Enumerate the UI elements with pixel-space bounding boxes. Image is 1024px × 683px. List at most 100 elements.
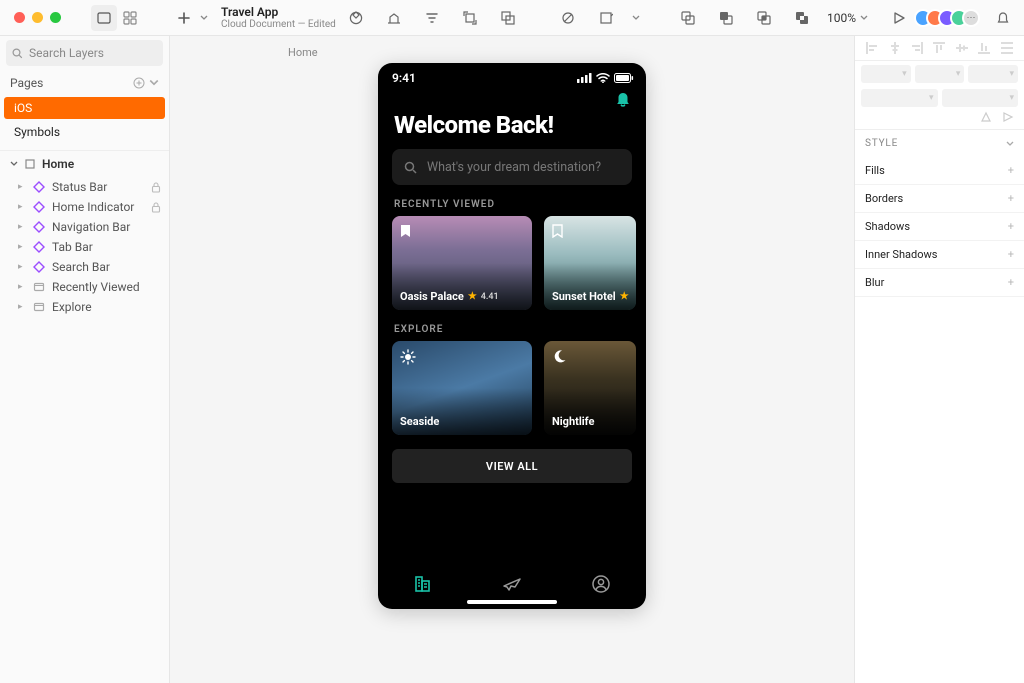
align-vcenter-icon[interactable] — [956, 42, 968, 54]
style-row[interactable]: Fills+ — [855, 157, 1024, 185]
style-row[interactable]: Shadows+ — [855, 213, 1024, 241]
mirror-icon[interactable] — [419, 5, 445, 31]
edit-shape-icon[interactable] — [495, 5, 521, 31]
inspector-seg[interactable]: ▾ — [968, 65, 1018, 83]
maximize-window-icon[interactable] — [50, 12, 61, 23]
inspector-seg[interactable]: ▾ — [942, 89, 1019, 107]
style-row-label: Borders — [865, 192, 903, 205]
chevron-right-icon: ▸ — [18, 282, 26, 292]
tab-flights[interactable] — [502, 574, 522, 594]
document-name: Travel App — [221, 5, 336, 19]
canvas[interactable]: Home 9:41 Welcome Back! What's your drea… — [170, 36, 854, 683]
explore-row: Seaside Nightlife — [378, 341, 646, 435]
page-item-ios[interactable]: iOS — [4, 97, 165, 119]
insert-button[interactable] — [171, 5, 197, 31]
window-traffic-lights[interactable] — [8, 12, 67, 23]
symbol-icon — [32, 260, 46, 274]
layer-row[interactable]: ▸Tab Bar — [0, 237, 169, 257]
minimize-window-icon[interactable] — [32, 12, 43, 23]
layer-name: Recently Viewed — [52, 280, 140, 294]
flip-v-icon[interactable] — [1002, 111, 1014, 123]
align-top-icon[interactable] — [933, 42, 945, 54]
resize-icon[interactable] — [457, 5, 483, 31]
subtract-icon[interactable] — [713, 5, 739, 31]
pages-chevron-icon[interactable] — [149, 78, 159, 88]
add-icon[interactable]: + — [1008, 276, 1014, 289]
layer-row[interactable]: ▸Status Bar — [0, 177, 169, 197]
insert-chevron-icon[interactable] — [197, 5, 211, 31]
notification-bell-icon[interactable] — [614, 91, 632, 109]
layers-sidebar: Search Layers Pages iOS Symbols Home ▸St… — [0, 36, 170, 683]
close-window-icon[interactable] — [14, 12, 25, 23]
align-left-icon[interactable] — [866, 42, 878, 54]
distribute-icon[interactable] — [1001, 42, 1013, 54]
canvas-view-button[interactable] — [91, 5, 117, 31]
layer-row[interactable]: ▸Home Indicator — [0, 197, 169, 217]
tab-profile[interactable] — [591, 574, 611, 594]
destination-search[interactable]: What's your dream destination? — [392, 149, 632, 185]
difference-icon[interactable] — [789, 5, 815, 31]
explore-card-nightlife[interactable]: Nightlife — [544, 341, 636, 435]
chevron-right-icon: ▸ — [18, 262, 26, 272]
inspector-size-row-1: ▾ ▾ ▾ — [855, 61, 1024, 85]
add-icon[interactable]: + — [1008, 192, 1014, 205]
inspector-seg[interactable]: ▾ — [861, 89, 938, 107]
style-row[interactable]: Inner Shadows+ — [855, 241, 1024, 269]
align-bottom-icon[interactable] — [978, 42, 990, 54]
phone-artboard[interactable]: 9:41 Welcome Back! What's your dream des… — [378, 63, 646, 609]
recently-viewed-row: Oasis Palace★4.41 Sunset Hotel★ — [378, 216, 646, 310]
symbol-icon — [32, 180, 46, 194]
chevron-down-icon — [1006, 140, 1014, 148]
scale-icon[interactable] — [593, 5, 619, 31]
recent-card-sunset[interactable]: Sunset Hotel★ — [544, 216, 636, 310]
add-page-icon[interactable] — [133, 77, 145, 89]
mask-icon[interactable] — [555, 5, 581, 31]
recent-card-oasis[interactable]: Oasis Palace★4.41 — [392, 216, 532, 310]
page-item-symbols[interactable]: Symbols — [4, 121, 165, 143]
layer-name: Status Bar — [52, 180, 107, 194]
group-icon — [32, 280, 46, 294]
style-header[interactable]: STYLE — [855, 130, 1024, 157]
layers-search[interactable]: Search Layers — [6, 40, 163, 66]
layer-row[interactable]: ▸Search Bar — [0, 257, 169, 277]
add-icon[interactable]: + — [1008, 220, 1014, 233]
union-icon[interactable] — [675, 5, 701, 31]
flip-h-icon[interactable] — [980, 111, 992, 123]
lock-icon[interactable] — [151, 182, 161, 193]
chevron-down-icon — [860, 14, 868, 22]
explore-card-seaside[interactable]: Seaside — [392, 341, 532, 435]
style-row[interactable]: Borders + — [855, 185, 1024, 213]
chevron-right-icon: ▸ — [18, 302, 26, 312]
lock-icon[interactable] — [151, 202, 161, 213]
inspector-panel: ▾ ▾ ▾ ▾ ▾ STYLE Fills+Borders+Shadows+In… — [854, 36, 1024, 683]
add-icon[interactable]: + — [1008, 248, 1014, 261]
add-icon[interactable]: + — [1008, 164, 1014, 177]
root-layer-row[interactable]: Home — [0, 150, 169, 177]
chevron-right-icon: ▸ — [18, 202, 26, 212]
inspector-seg[interactable]: ▾ — [861, 65, 911, 83]
symbol-icon[interactable] — [343, 5, 369, 31]
view-all-button[interactable]: VIEW ALL — [392, 449, 632, 483]
artboard-icon — [24, 158, 36, 170]
layer-row[interactable]: ▸ Recently Viewed — [0, 277, 169, 297]
zoom-dropdown[interactable]: 100% — [823, 11, 872, 25]
scale-chevron-icon[interactable] — [631, 5, 641, 31]
align-hcenter-icon[interactable] — [889, 42, 901, 54]
collaborator-avatars[interactable]: ⋯ — [920, 9, 980, 27]
layer-row[interactable]: ▸Navigation Bar — [0, 217, 169, 237]
intersect-icon[interactable] — [751, 5, 777, 31]
components-view-button[interactable] — [117, 5, 143, 31]
forward-icon[interactable] — [381, 5, 407, 31]
preview-button[interactable] — [886, 5, 912, 31]
align-right-icon[interactable] — [911, 42, 923, 54]
status-time: 9:41 — [392, 71, 416, 85]
chevron-down-icon — [10, 160, 18, 168]
style-row[interactable]: Blur+ — [855, 269, 1024, 297]
inspector-seg[interactable]: ▾ — [915, 65, 965, 83]
welcome-headline: Welcome Back! — [378, 109, 646, 149]
tab-hotels[interactable] — [413, 574, 433, 594]
notifications-button[interactable] — [990, 5, 1016, 31]
symbol-icon — [32, 200, 46, 214]
layer-row[interactable]: ▸Explore — [0, 297, 169, 317]
document-title-block: Travel App Cloud Document — Edited — [221, 5, 336, 30]
